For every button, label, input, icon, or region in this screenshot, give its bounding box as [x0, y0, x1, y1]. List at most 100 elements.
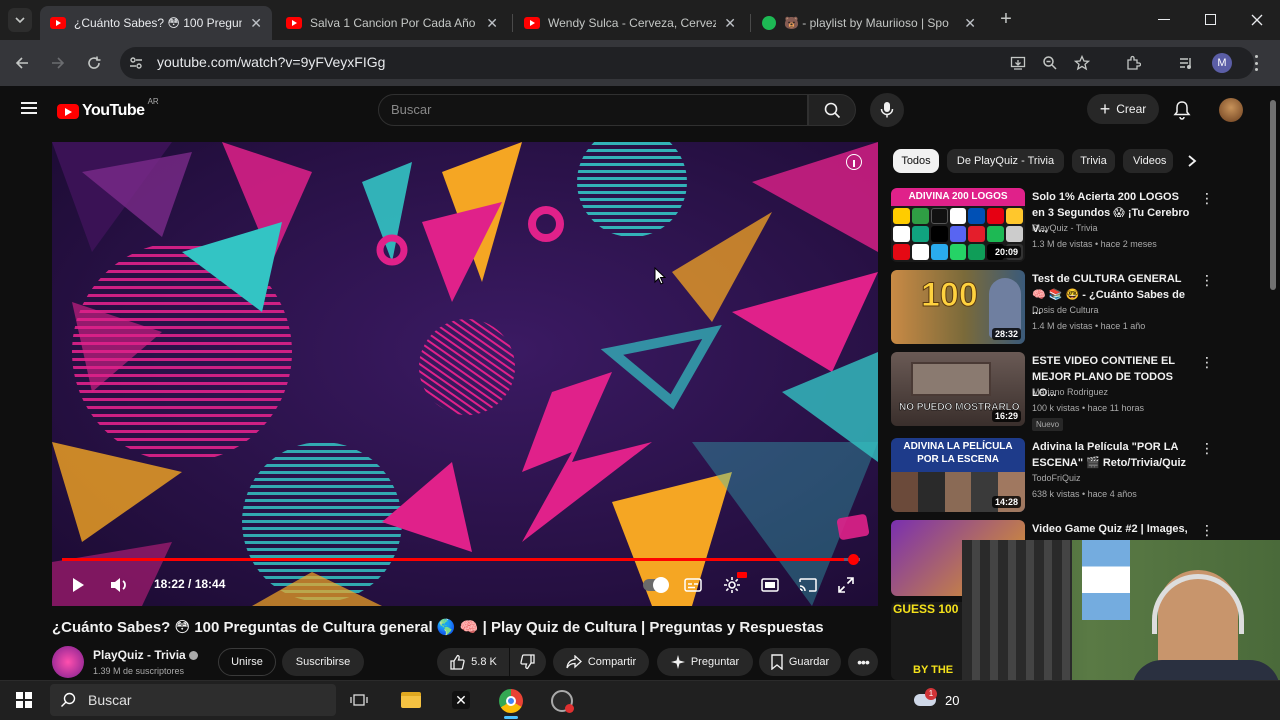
close-icon[interactable]: ✕	[486, 15, 498, 32]
subscribe-button[interactable]: Suscribirse	[282, 648, 364, 676]
reload-icon[interactable]	[86, 55, 102, 71]
chip-todos[interactable]: Todos	[893, 149, 939, 173]
youtube-logo[interactable]: YouTube AR	[57, 97, 159, 121]
search-button[interactable]	[808, 94, 856, 126]
recommendation-title[interactable]: Adivina la Película "POR LA ESCENA" 🎬 Re…	[1032, 439, 1192, 471]
windows-start-icon[interactable]	[16, 692, 32, 708]
hamburger-menu-icon[interactable]	[21, 102, 37, 114]
more-vertical-icon[interactable]: ⋮	[1200, 272, 1214, 288]
profile-avatar[interactable]: M	[1212, 53, 1232, 73]
search-input[interactable]: Buscar	[378, 94, 808, 126]
tab-salva-cancion[interactable]: Salva 1 Cancion Por Cada Año | ✕	[276, 6, 508, 40]
taskbar-search-input[interactable]: Buscar	[50, 684, 336, 716]
create-button[interactable]: + Crear	[1087, 94, 1159, 124]
media-control-icon[interactable]	[1178, 55, 1194, 71]
chrome-icon[interactable]	[499, 689, 523, 713]
share-icon	[566, 655, 582, 669]
extensions-puzzle-icon[interactable]	[1125, 55, 1141, 71]
more-horizontal-icon: •••	[857, 654, 870, 670]
autoplay-toggle[interactable]	[642, 574, 669, 596]
chevron-down-icon	[15, 17, 25, 24]
video-player[interactable]	[52, 142, 878, 606]
play-button[interactable]	[68, 574, 88, 596]
recommendation-title[interactable]: Video Game Quiz #2 | Images,	[1032, 521, 1192, 537]
subtitles-icon	[684, 578, 702, 592]
obs-icon[interactable]	[551, 690, 574, 713]
task-view-icon[interactable]	[350, 692, 368, 708]
youtube-icon	[286, 17, 302, 29]
recommendation-thumbnail[interactable]: ADIVINA 200 LOGOS 20:09	[891, 188, 1025, 262]
tab-title: Wendy Sulca - Cerveza, Cerveza	[548, 16, 717, 30]
tab-search-button[interactable]	[8, 8, 32, 32]
tab-title: 🐻 - playlist by Mauriioso | Spo	[784, 16, 949, 30]
chip-label: Todos	[901, 155, 931, 167]
more-vertical-icon[interactable]: ⋮	[1200, 440, 1214, 456]
tab-spotify-playlist[interactable]: 🐻 - playlist by Mauriioso | Spo ✕	[752, 6, 986, 40]
channel-avatar[interactable]	[52, 646, 84, 678]
close-icon[interactable]: ✕	[964, 15, 976, 32]
chip-videos[interactable]: Videos	[1123, 149, 1173, 173]
save-button[interactable]: Guardar	[759, 648, 841, 676]
settings-button[interactable]	[721, 572, 747, 596]
theater-mode-button[interactable]	[760, 574, 780, 596]
browser-menu-icon[interactable]	[1255, 55, 1259, 71]
bookmark-star-icon[interactable]	[1074, 55, 1090, 71]
recommendation-channel[interactable]: Dosis de Cultura	[1032, 305, 1099, 315]
thumbs-down-icon	[520, 654, 535, 670]
close-icon[interactable]: ✕	[250, 15, 262, 32]
recommendation-thumbnail[interactable]: ADIVINA LA PELÍCULA POR LA ESCENA 14:28	[891, 438, 1025, 512]
ask-button[interactable]: Preguntar	[657, 648, 753, 676]
capcut-icon[interactable]: ✕	[452, 691, 470, 709]
forward-arrow-icon[interactable]	[50, 55, 66, 71]
fullscreen-button[interactable]	[836, 574, 856, 596]
more-vertical-icon[interactable]: ⋮	[1200, 354, 1214, 370]
close-window-icon[interactable]	[1251, 14, 1263, 26]
file-explorer-icon[interactable]	[401, 692, 421, 708]
share-button[interactable]: Compartir	[553, 648, 649, 676]
more-vertical-icon[interactable]: ⋮	[1200, 522, 1214, 538]
site-settings-icon[interactable]	[128, 55, 144, 71]
chip-trivia[interactable]: Trivia	[1072, 149, 1115, 173]
recommendation-channel[interactable]: TodoFriQuiz	[1032, 473, 1081, 483]
restore-icon[interactable]	[1205, 14, 1216, 25]
recommendation-channel[interactable]: PlayQuiz - Trivia	[1032, 223, 1098, 233]
more-vertical-icon[interactable]: ⋮	[1200, 190, 1214, 206]
voice-search-button[interactable]	[870, 93, 904, 127]
new-tab-button[interactable]: +	[996, 8, 1016, 32]
close-icon[interactable]: ✕	[724, 15, 736, 32]
cast-icon	[799, 578, 817, 592]
channel-name[interactable]: PlayQuiz - Trivia	[93, 648, 186, 662]
theater-mode-icon	[761, 578, 779, 592]
notifications-bell-icon[interactable]	[1173, 100, 1191, 120]
subtitles-button[interactable]	[683, 574, 703, 596]
chevron-right-icon[interactable]	[1187, 155, 1197, 167]
weather-temperature: 20	[945, 693, 960, 708]
more-actions-button[interactable]: •••	[848, 648, 878, 676]
fullscreen-icon	[838, 577, 854, 593]
recommendation-meta: 1.4 M de vistas • hace 1 año	[1032, 321, 1146, 331]
tab-youtube-cuanto-sabes[interactable]: ¿Cuánto Sabes? 😳 100 Pregun ✕	[40, 6, 272, 40]
recommendation-channel[interactable]: Mariano Rodriguez	[1032, 387, 1108, 397]
minimize-icon[interactable]	[1158, 19, 1170, 20]
back-arrow-icon[interactable]	[14, 55, 30, 71]
chip-playquiz[interactable]: De PlayQuiz - Trivia	[947, 149, 1064, 173]
verified-badge-icon	[189, 651, 198, 660]
progress-scrubber-handle[interactable]	[848, 554, 859, 565]
youtube-icon	[524, 17, 540, 29]
progress-bar[interactable]	[62, 558, 860, 561]
video-info-button[interactable]	[846, 154, 862, 170]
zoom-icon[interactable]	[1042, 55, 1058, 71]
like-button[interactable]: 5.8 K	[437, 648, 509, 676]
cast-button[interactable]	[798, 574, 818, 596]
page-scrollbar[interactable]	[1270, 100, 1276, 290]
chip-label: De PlayQuiz - Trivia	[956, 155, 1055, 167]
recommendation-thumbnail[interactable]: NO PUEDO MOSTRARLO 16:29	[891, 352, 1025, 426]
install-app-icon[interactable]	[1010, 55, 1026, 71]
video-duration: 20:09	[991, 246, 1021, 258]
join-button[interactable]: Unirse	[218, 648, 276, 676]
volume-button[interactable]	[108, 574, 130, 596]
recommendation-thumbnail[interactable]: 100 28:32	[891, 270, 1025, 344]
dislike-button[interactable]	[510, 648, 546, 676]
tab-wendy-sulca[interactable]: Wendy Sulca - Cerveza, Cerveza ✕	[514, 6, 746, 40]
account-avatar[interactable]	[1219, 98, 1243, 122]
